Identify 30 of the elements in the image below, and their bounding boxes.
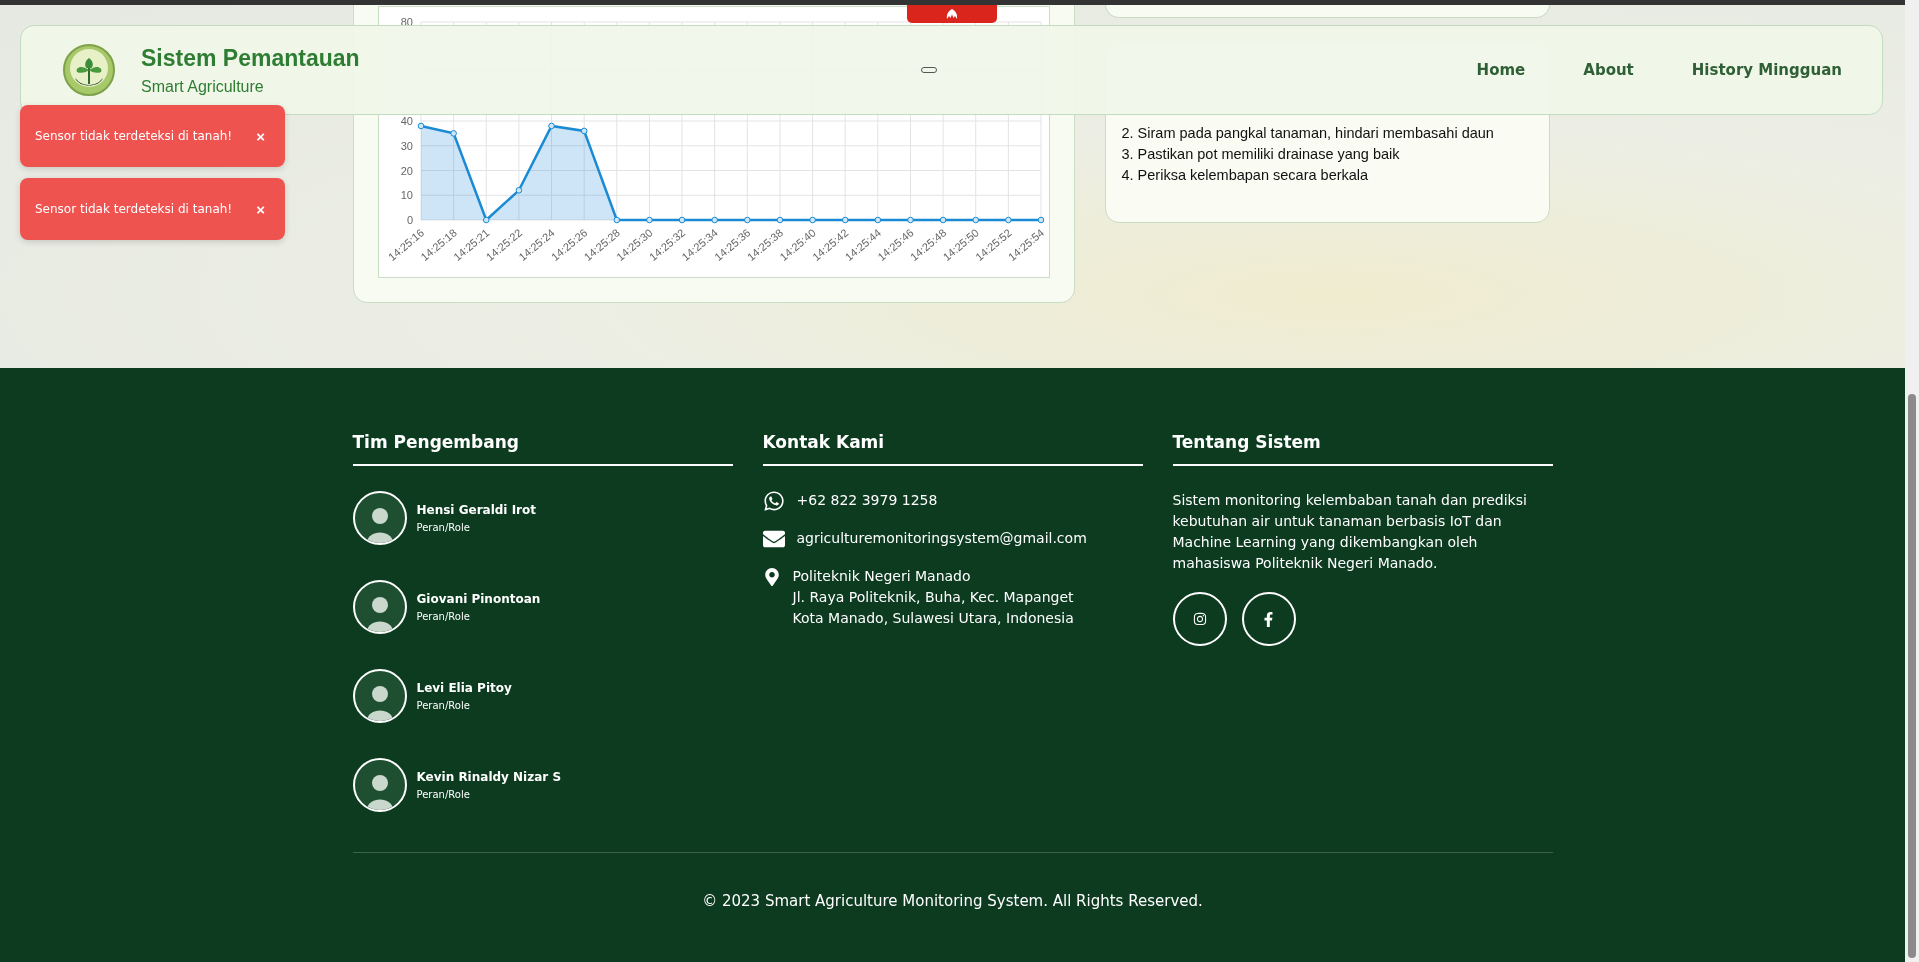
member-role: Peran/Role [416, 611, 471, 622]
tip-item: 2. Siram pada pangkal tanaman, hindari membasahi daun [1121, 124, 1495, 143]
y-tick-label: 40 [400, 115, 413, 127]
copyright-text: © 2023 Smart Agriculture Monitoring System. All Rights Reserved. [702, 892, 1203, 910]
address-line: Politeknik Negeri Manado [792, 567, 972, 586]
y-tick-label: 0 [406, 214, 413, 226]
toast-message: Sensor tidak terdeteksi di tanah! [35, 129, 233, 143]
address-line: Kota Manado, Sulawesi Utara, Indonesia [792, 609, 1074, 628]
member-role: Peran/Role [416, 789, 471, 800]
brand-title: Sistem Pemantauan [141, 44, 360, 72]
member-name: Levi Elia Pitoy [416, 681, 512, 695]
member-name: Giovani Pinontoan [416, 592, 541, 606]
member-name: Hensi Geraldi Irot [416, 503, 537, 517]
y-tick-label: 20 [400, 164, 413, 177]
y-tick-label: 10 [400, 189, 413, 202]
column-heading: Tentang Sistem [1172, 432, 1553, 466]
column-heading: Tim Pengembang [352, 432, 733, 466]
tip-item: 3. Pastikan pot memiliki drainase yang baik [1121, 145, 1401, 164]
brand-subtitle: Smart Agriculture [141, 77, 265, 96]
email-address: agriculturemonitoringsystem@gmail.com [796, 529, 1087, 548]
address-line: Jl. Raya Politeknik, Buha, Kec. Mapanget [792, 588, 1074, 607]
y-tick-label: 30 [400, 139, 413, 152]
member-role: Peran/Role [416, 522, 471, 533]
toast-message: Sensor tidak terdeteksi di tanah! [35, 202, 233, 216]
tip-item: 4. Periksa kelembapan secara berkala [1121, 166, 1370, 185]
about-text: Sistem monitoring kelembaban tanah dan prediksi kebutuhan air untuk tanaman berbasis IoT dan Machine Learning yang dikembangkan oleh mahasiswa Politeknik Negeri Manado. [1172, 491, 1528, 573]
member-role: Peran/Role [416, 700, 471, 711]
member-name: Kevin Rinaldy Nizar S [416, 770, 562, 784]
phone-number: +62 822 3979 1258 [796, 491, 938, 510]
column-heading: Kontak Kami [762, 432, 1143, 466]
